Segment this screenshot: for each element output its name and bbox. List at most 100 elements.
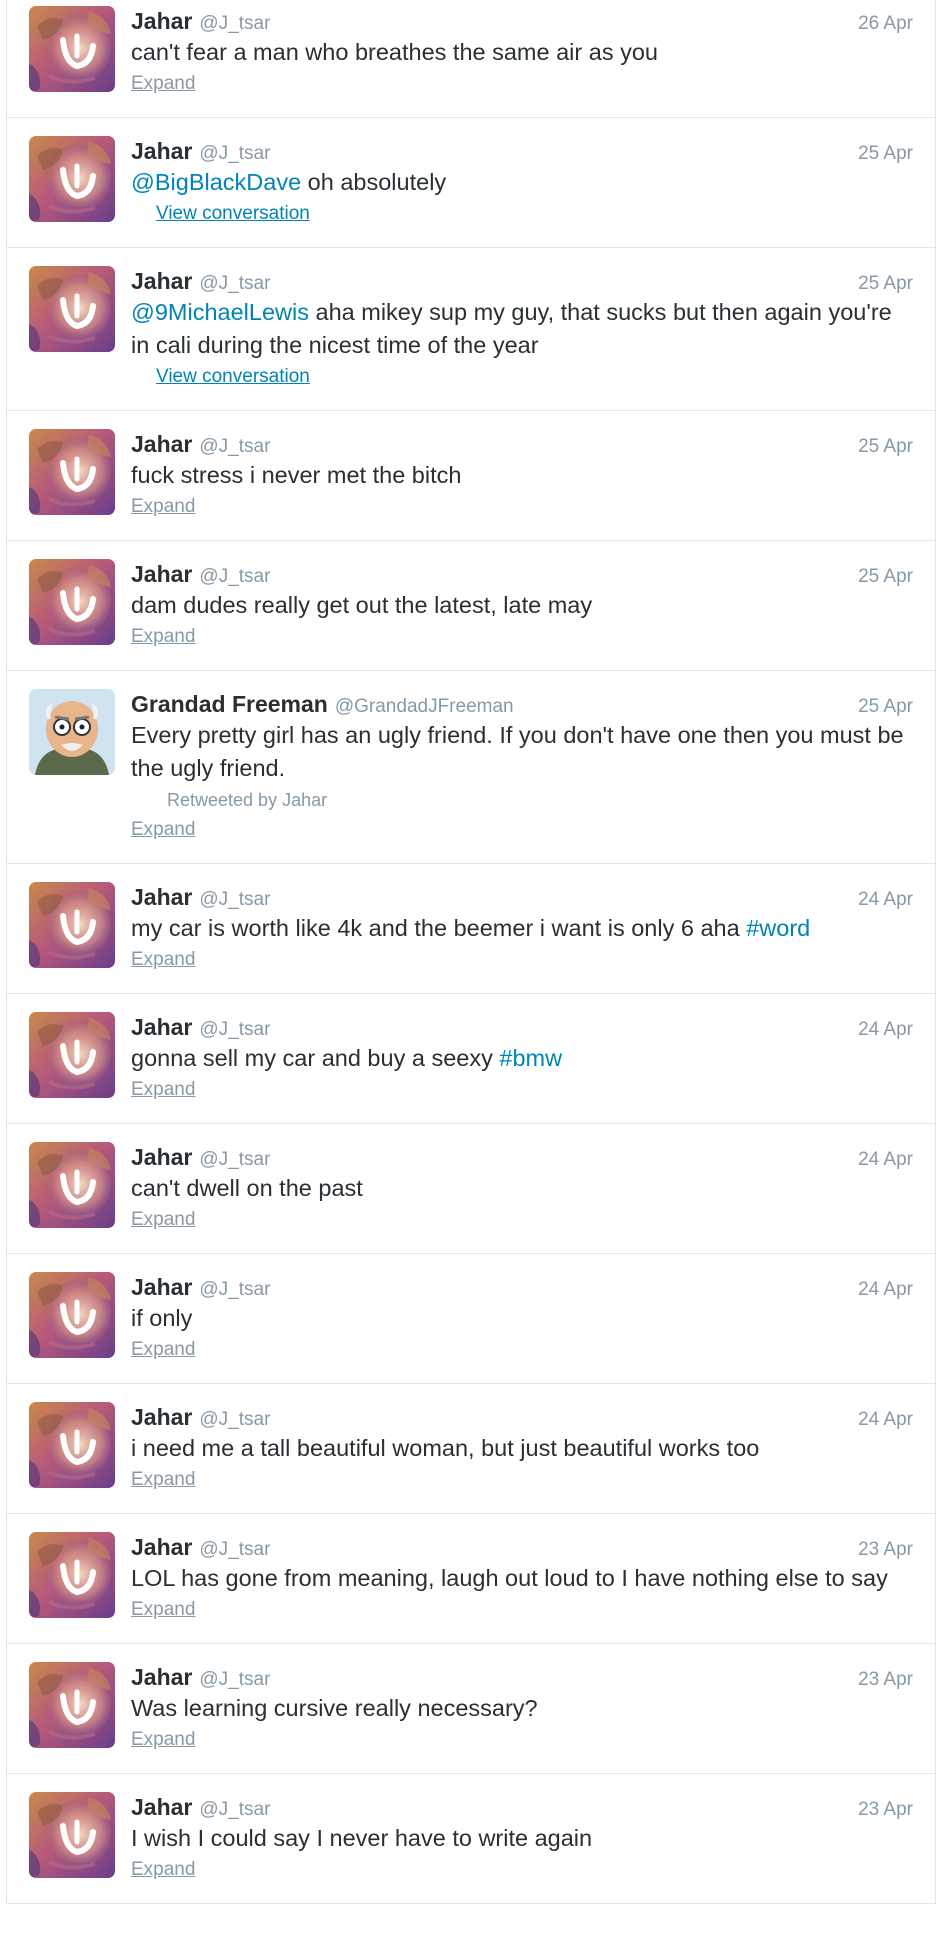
tweet[interactable]: Jahar @J_tsar 25 Apr dam dudes really get o…: [7, 541, 935, 671]
avatar-jahar[interactable]: [29, 266, 115, 352]
tweet-timestamp[interactable]: 26 Apr: [858, 9, 913, 39]
tweet-author-handle[interactable]: @J_tsar: [199, 1405, 270, 1435]
avatar-jahar[interactable]: [29, 429, 115, 515]
tweet-timestamp[interactable]: 25 Apr: [858, 562, 913, 592]
tweet-header: Grandad Freeman @GrandadJFreeman 25 Apr: [131, 689, 913, 719]
tweet-author-handle[interactable]: @J_tsar: [199, 1535, 270, 1565]
tweet[interactable]: Jahar @J_tsar 25 Apr fuck stress i never me…: [7, 411, 935, 541]
tweet-text-segment: I wish I could say I never have to write…: [131, 1825, 593, 1851]
tweet-timestamp[interactable]: 23 Apr: [858, 1795, 913, 1825]
expand-link[interactable]: Expand: [131, 1595, 913, 1625]
tweet-author-name[interactable]: Jahar: [131, 1272, 192, 1302]
expand-link[interactable]: Expand: [131, 815, 913, 845]
tweet-timestamp[interactable]: 24 Apr: [858, 885, 913, 915]
tweet-header: Jahar @J_tsar 25 Apr: [131, 136, 913, 166]
avatar-jahar[interactable]: [29, 1142, 115, 1228]
avatar-jahar[interactable]: [29, 1662, 115, 1748]
tweet-author-handle[interactable]: @J_tsar: [199, 139, 270, 169]
tweet-header: Jahar @J_tsar 25 Apr: [131, 559, 913, 589]
tweet-author-handle[interactable]: @J_tsar: [199, 1145, 270, 1175]
tweet-author-handle[interactable]: @GrandadJFreeman: [335, 692, 514, 722]
avatar-jahar[interactable]: [29, 882, 115, 968]
avatar-jahar[interactable]: [29, 6, 115, 92]
tweet[interactable]: Jahar @J_tsar 23 Apr Was learning cursive r…: [7, 1644, 935, 1774]
expand-link[interactable]: Expand: [131, 622, 913, 652]
expand-link[interactable]: Expand: [131, 69, 913, 99]
tweet-header: Jahar @J_tsar 25 Apr: [131, 266, 913, 296]
retweeted-by-label: Retweeted by Jahar: [167, 790, 328, 810]
mention-link[interactable]: @9MichaelLewis: [131, 299, 309, 325]
tweet-author-name[interactable]: Jahar: [131, 266, 192, 296]
tweet-text-segment: fuck stress i never met the bitch: [131, 462, 462, 488]
tweet[interactable]: Jahar @J_tsar 23 Apr I wish I could say I n…: [7, 1774, 935, 1904]
tweet-author-handle[interactable]: @J_tsar: [199, 562, 270, 592]
tweet[interactable]: Jahar @J_tsar 24 Apr gonna sell my car and …: [7, 994, 935, 1124]
expand-link[interactable]: Expand: [131, 945, 913, 975]
tweet-timestamp[interactable]: 25 Apr: [858, 269, 913, 299]
tweet-author-name[interactable]: Jahar: [131, 6, 192, 36]
tweet-author-name[interactable]: Jahar: [131, 559, 192, 589]
tweet-timestamp[interactable]: 25 Apr: [858, 692, 913, 722]
tweet-author-name[interactable]: Jahar: [131, 1792, 192, 1822]
tweet-author-handle[interactable]: @J_tsar: [199, 885, 270, 915]
tweet-author-name[interactable]: Grandad Freeman: [131, 689, 328, 719]
tweet-author-name[interactable]: Jahar: [131, 1532, 192, 1562]
tweet-timestamp[interactable]: 24 Apr: [858, 1015, 913, 1045]
expand-link[interactable]: Expand: [131, 492, 913, 522]
avatar-jahar[interactable]: [29, 136, 115, 222]
tweet[interactable]: Jahar @J_tsar 24 Apr if only Expand: [7, 1254, 935, 1384]
tweet-author-name[interactable]: Jahar: [131, 1662, 192, 1692]
tweet-text-segment: my car is worth like 4k and the beemer i…: [131, 915, 747, 941]
tweet-timestamp[interactable]: 24 Apr: [858, 1275, 913, 1305]
tweet-author-handle[interactable]: @J_tsar: [199, 9, 270, 39]
avatar-jahar[interactable]: [29, 1272, 115, 1358]
tweet[interactable]: Jahar @J_tsar 24 Apr can't dwell on the pas…: [7, 1124, 935, 1254]
tweet-text-segment: oh absolutely: [301, 169, 447, 195]
avatar-jahar[interactable]: [29, 1792, 115, 1878]
tweet-author-handle[interactable]: @J_tsar: [199, 1275, 270, 1305]
avatar-jahar[interactable]: [29, 1012, 115, 1098]
tweet[interactable]: Jahar @J_tsar 26 Apr can't fear a man who b…: [7, 0, 935, 118]
expand-link[interactable]: Expand: [131, 1465, 913, 1495]
tweet-author-name[interactable]: Jahar: [131, 136, 192, 166]
tweet[interactable]: Jahar @J_tsar 23 Apr LOL has gone from mean…: [7, 1514, 935, 1644]
view-conversation-link[interactable]: View conversation: [131, 199, 913, 229]
tweet-timestamp[interactable]: 24 Apr: [858, 1405, 913, 1435]
tweet-author-handle[interactable]: @J_tsar: [199, 1015, 270, 1045]
expand-link[interactable]: Expand: [131, 1075, 913, 1105]
avatar-jahar[interactable]: [29, 559, 115, 645]
mention-link[interactable]: @BigBlackDave: [131, 169, 301, 195]
avatar-jahar[interactable]: [29, 1532, 115, 1618]
expand-link[interactable]: Expand: [131, 1205, 913, 1235]
view-conversation-link[interactable]: View conversation: [131, 362, 913, 392]
expand-link[interactable]: Expand: [131, 1725, 913, 1755]
tweet[interactable]: Jahar @J_tsar 25 Apr @9MichaelLewis aha mik…: [7, 248, 935, 411]
tweet-author-handle[interactable]: @J_tsar: [199, 269, 270, 299]
tweet-text-segment: i need me a tall beautiful woman, but ju…: [131, 1435, 760, 1461]
tweet-timestamp[interactable]: 23 Apr: [858, 1665, 913, 1695]
tweet-text: gonna sell my car and buy a seexy #bmw: [131, 1042, 913, 1075]
tweet-timestamp[interactable]: 25 Apr: [858, 139, 913, 169]
expand-link[interactable]: Expand: [131, 1335, 913, 1365]
hashtag-link[interactable]: #bmw: [499, 1045, 562, 1071]
tweet-timestamp[interactable]: 23 Apr: [858, 1535, 913, 1565]
tweet-author-name[interactable]: Jahar: [131, 1012, 192, 1042]
tweet-text: fuck stress i never met the bitch: [131, 459, 913, 492]
tweet-author-name[interactable]: Jahar: [131, 429, 192, 459]
tweet-timestamp[interactable]: 25 Apr: [858, 432, 913, 462]
tweet[interactable]: Grandad Freeman @GrandadJFreeman 25 Apr Eve…: [7, 671, 935, 864]
tweet-author-handle[interactable]: @J_tsar: [199, 432, 270, 462]
tweet-author-name[interactable]: Jahar: [131, 1142, 192, 1172]
avatar-jahar[interactable]: [29, 1402, 115, 1488]
tweet-author-handle[interactable]: @J_tsar: [199, 1665, 270, 1695]
tweet[interactable]: Jahar @J_tsar 24 Apr i need me a tall beaut…: [7, 1384, 935, 1514]
tweet-author-handle[interactable]: @J_tsar: [199, 1795, 270, 1825]
hashtag-link[interactable]: #word: [746, 915, 810, 941]
tweet[interactable]: Jahar @J_tsar 24 Apr my car is worth like 4…: [7, 864, 935, 994]
tweet-timestamp[interactable]: 24 Apr: [858, 1145, 913, 1175]
tweet-author-name[interactable]: Jahar: [131, 882, 192, 912]
expand-link[interactable]: Expand: [131, 1855, 913, 1885]
avatar-grandad-freeman[interactable]: [29, 689, 115, 775]
tweet-author-name[interactable]: Jahar: [131, 1402, 192, 1432]
tweet[interactable]: Jahar @J_tsar 25 Apr @BigBlackDave oh absol…: [7, 118, 935, 248]
